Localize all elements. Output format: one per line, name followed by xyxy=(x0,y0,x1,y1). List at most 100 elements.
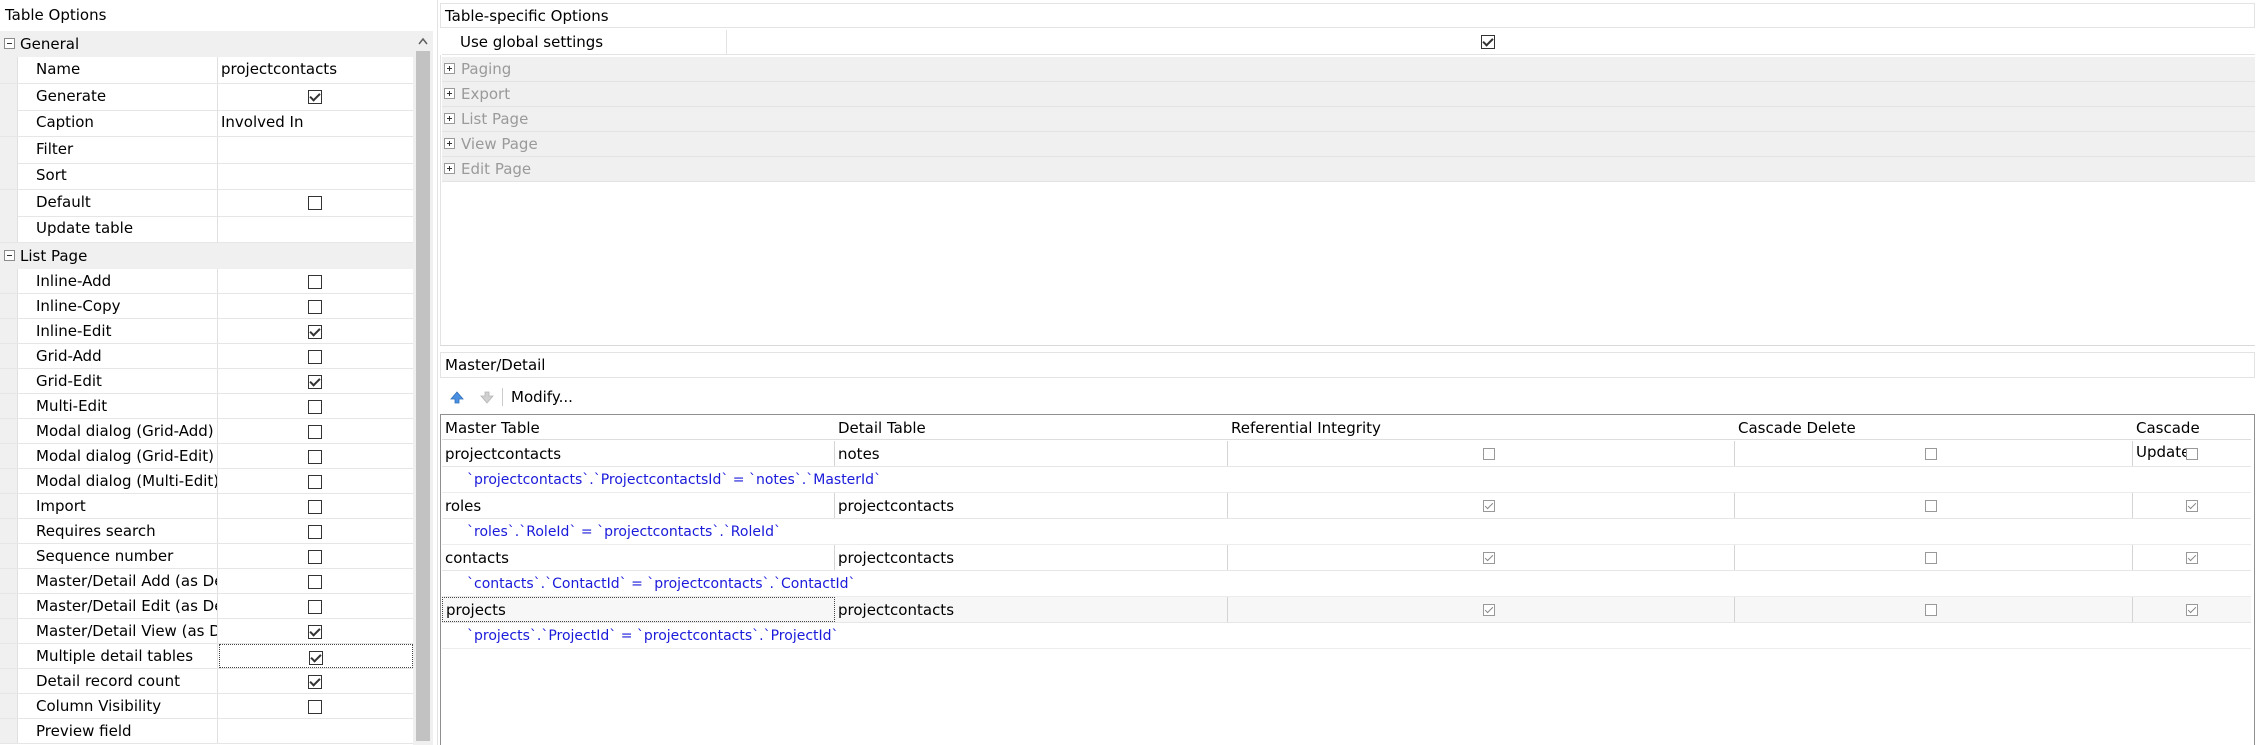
property-checkbox[interactable] xyxy=(308,350,322,364)
column-header[interactable]: Referential Integrity xyxy=(1231,416,1381,440)
property-value[interactable]: projectcontacts xyxy=(219,57,413,83)
detail-table-cell[interactable]: notes xyxy=(835,441,1228,466)
move-down-icon[interactable] xyxy=(480,391,494,404)
cascade-update-checkbox[interactable] xyxy=(2186,552,2198,564)
use-global-settings-row[interactable]: Use global settings xyxy=(442,30,2255,55)
property-row[interactable]: Grid-Edit xyxy=(0,369,413,394)
scroll-up-icon[interactable] xyxy=(418,37,428,45)
property-checkbox[interactable] xyxy=(308,550,322,564)
property-row[interactable]: Inline-Add xyxy=(0,269,413,294)
property-checkbox-cell[interactable] xyxy=(219,669,413,693)
property-checkbox-cell[interactable] xyxy=(219,419,413,443)
property-row[interactable]: Modal dialog (Grid-Edit) xyxy=(0,444,413,469)
property-checkbox[interactable] xyxy=(308,300,322,314)
scroll-thumb[interactable] xyxy=(416,51,430,741)
property-row[interactable]: Inline-Copy xyxy=(0,294,413,319)
property-checkbox[interactable] xyxy=(308,500,322,514)
property-checkbox-cell[interactable] xyxy=(219,694,413,718)
property-row[interactable]: Name projectcontacts xyxy=(0,57,413,84)
property-checkbox-cell[interactable] xyxy=(219,190,413,216)
master-table-cell[interactable]: projectcontacts xyxy=(442,441,835,466)
property-checkbox[interactable] xyxy=(308,450,322,464)
property-checkbox-cell[interactable] xyxy=(219,594,413,618)
property-checkbox[interactable] xyxy=(308,600,322,614)
master-detail-row[interactable]: roles projectcontacts xyxy=(442,493,2251,519)
master-table-cell[interactable]: projects xyxy=(442,597,835,622)
property-row[interactable]: Column Visibility xyxy=(0,694,413,719)
expand-icon[interactable] xyxy=(444,88,455,99)
master-detail-row[interactable]: projectcontacts notes xyxy=(442,441,2251,467)
property-checkbox-cell[interactable] xyxy=(219,269,413,293)
property-checkbox[interactable] xyxy=(308,625,322,639)
property-value[interactable] xyxy=(219,216,413,242)
property-checkbox[interactable] xyxy=(308,525,322,539)
property-checkbox-cell[interactable] xyxy=(219,519,413,543)
section-view-page[interactable]: View Page xyxy=(442,132,2255,157)
property-checkbox[interactable] xyxy=(308,675,322,689)
property-row[interactable]: Multi-Edit xyxy=(0,394,413,419)
property-row[interactable]: Master/Detail Add (as Deta xyxy=(0,569,413,594)
property-grid-scrollbar[interactable] xyxy=(413,31,433,745)
cascade-delete-checkbox[interactable] xyxy=(1925,604,1937,616)
property-checkbox-cell[interactable] xyxy=(219,494,413,518)
expand-icon[interactable] xyxy=(444,163,455,174)
property-row[interactable]: Detail record count xyxy=(0,669,413,694)
expand-icon[interactable] xyxy=(444,138,455,149)
detail-table-cell[interactable]: projectcontacts xyxy=(835,545,1228,570)
property-value[interactable] xyxy=(219,137,413,163)
column-header[interactable]: Master Table xyxy=(445,416,540,440)
property-row[interactable]: Modal dialog (Multi-Edit) xyxy=(0,469,413,494)
column-header[interactable]: Cascade Delete xyxy=(1738,416,1856,440)
move-up-icon[interactable] xyxy=(450,391,464,404)
cascade-update-checkbox[interactable] xyxy=(2186,604,2198,616)
cascade-delete-checkbox[interactable] xyxy=(1925,500,1937,512)
property-checkbox-cell[interactable] xyxy=(219,319,413,343)
modify-button[interactable]: Modify... xyxy=(511,385,573,409)
property-checkbox-cell[interactable] xyxy=(219,469,413,493)
property-checkbox[interactable] xyxy=(308,275,322,289)
master-detail-row[interactable]: projects projectcontacts xyxy=(442,597,2251,623)
master-table-cell[interactable]: roles xyxy=(442,493,835,518)
detail-table-cell[interactable]: projectcontacts xyxy=(835,597,1228,622)
master-detail-row[interactable]: contacts projectcontacts xyxy=(442,545,2251,571)
property-checkbox[interactable] xyxy=(308,475,322,489)
referential-integrity-checkbox[interactable] xyxy=(1483,500,1495,512)
property-row[interactable]: Caption Involved In xyxy=(0,110,413,137)
property-group-header[interactable]: General xyxy=(0,31,413,57)
property-checkbox[interactable] xyxy=(308,90,322,104)
section-edit-page[interactable]: Edit Page xyxy=(442,157,2255,182)
property-row[interactable]: Master/Detail View (as Deta xyxy=(0,619,413,644)
property-checkbox[interactable] xyxy=(308,700,322,714)
panel-splitter[interactable] xyxy=(437,0,438,745)
cascade-update-checkbox[interactable] xyxy=(2186,448,2198,460)
referential-integrity-checkbox[interactable] xyxy=(1483,552,1495,564)
section-list-page[interactable]: List Page xyxy=(442,107,2255,132)
property-row[interactable]: Master/Detail Edit (as Detai xyxy=(0,594,413,619)
collapse-icon[interactable] xyxy=(4,249,15,261)
property-row[interactable]: Default xyxy=(0,190,413,217)
property-checkbox-cell[interactable] xyxy=(219,544,413,568)
property-checkbox[interactable] xyxy=(308,425,322,439)
property-checkbox-cell[interactable] xyxy=(219,444,413,468)
property-checkbox-cell[interactable] xyxy=(219,84,413,110)
property-checkbox-cell[interactable] xyxy=(219,619,413,643)
section-export[interactable]: Export xyxy=(442,82,2255,107)
property-row[interactable]: Filter xyxy=(0,137,413,164)
section-paging[interactable]: Paging xyxy=(442,57,2255,82)
property-checkbox[interactable] xyxy=(308,325,322,339)
property-checkbox-cell[interactable] xyxy=(219,394,413,418)
property-value[interactable]: Involved In xyxy=(219,110,413,136)
property-group-header[interactable]: List Page xyxy=(0,242,413,269)
property-value[interactable] xyxy=(219,719,413,743)
referential-integrity-checkbox[interactable] xyxy=(1483,448,1495,460)
master-table-cell[interactable]: contacts xyxy=(442,545,835,570)
expand-icon[interactable] xyxy=(444,63,455,74)
property-checkbox-cell[interactable] xyxy=(219,569,413,593)
property-row[interactable]: Modal dialog (Grid-Add) xyxy=(0,419,413,444)
property-checkbox-cell[interactable] xyxy=(219,294,413,318)
property-checkbox[interactable] xyxy=(308,196,322,210)
referential-integrity-checkbox[interactable] xyxy=(1483,604,1495,616)
property-checkbox[interactable] xyxy=(308,375,322,389)
property-row[interactable]: Requires search xyxy=(0,519,413,544)
cascade-update-checkbox[interactable] xyxy=(2186,500,2198,512)
